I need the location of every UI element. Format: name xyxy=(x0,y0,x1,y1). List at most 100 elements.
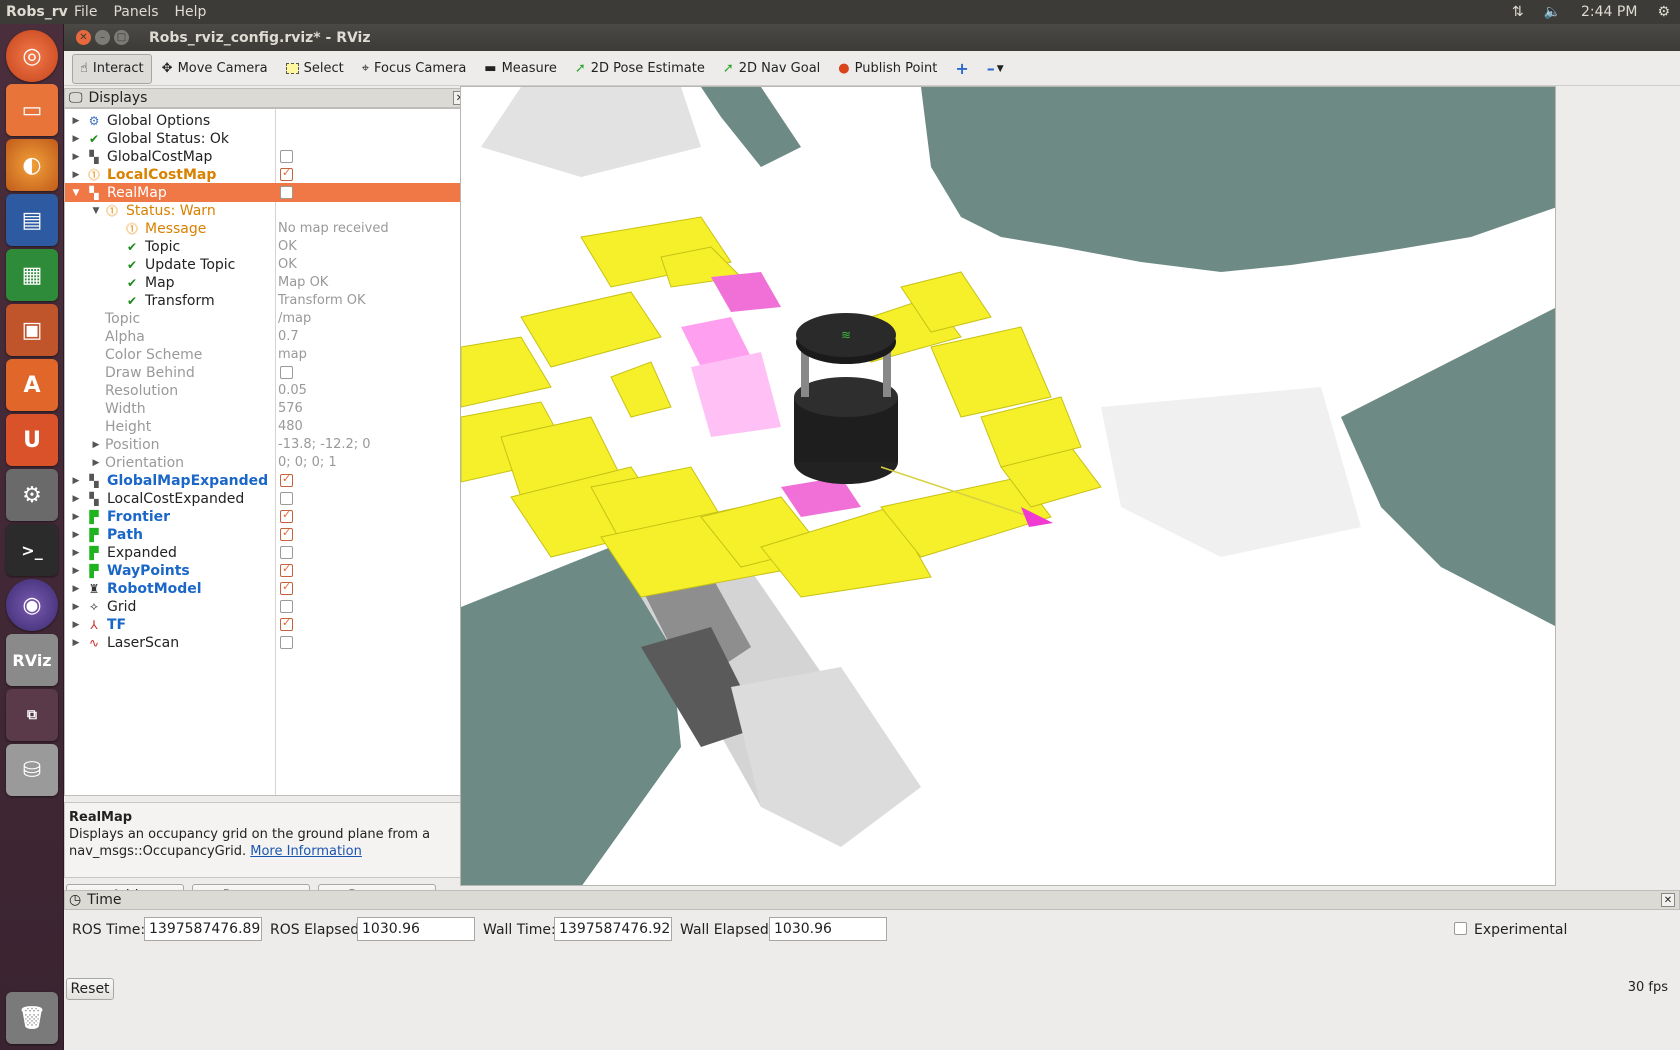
tree-row-laserscan[interactable]: ▶ ∿ LaserScan xyxy=(65,633,471,652)
tree-row-localcostexpanded[interactable]: ▶ ▚ LocalCostExpanded xyxy=(65,489,471,508)
enable-checkbox[interactable] xyxy=(280,616,293,631)
expand-arrow-icon[interactable]: ▶ xyxy=(71,170,81,180)
close-time-panel-icon[interactable]: ✕ xyxy=(1661,893,1675,907)
tree-value[interactable]: /map xyxy=(278,311,311,326)
expand-arrow-icon[interactable]: ▶ xyxy=(71,134,81,144)
enable-checkbox[interactable] xyxy=(280,166,293,181)
menu-file[interactable]: File xyxy=(66,4,105,20)
ros-elapsed-field[interactable]: 1030.96 xyxy=(357,917,475,941)
menu-help[interactable]: Help xyxy=(167,4,215,20)
enable-checkbox[interactable] xyxy=(280,636,293,649)
expand-arrow-icon[interactable]: ▶ xyxy=(71,620,81,630)
enable-checkbox[interactable] xyxy=(280,150,293,163)
reset-button[interactable]: Reset xyxy=(66,978,114,1000)
expand-arrow-icon[interactable]: ▶ xyxy=(71,548,81,558)
select-button[interactable]: Select xyxy=(278,54,352,84)
enable-checkbox[interactable] xyxy=(280,186,293,199)
move-camera-button[interactable]: ✥ Move Camera xyxy=(154,54,276,84)
software-center-icon[interactable]: A xyxy=(6,359,58,411)
tree-value[interactable]: map xyxy=(278,347,307,362)
network-icon[interactable]: ⇅ xyxy=(1502,4,1534,20)
collapse-arrow-icon[interactable]: ▼ xyxy=(71,188,81,198)
expand-arrow-icon[interactable]: ▶ xyxy=(91,458,101,468)
firefox-icon[interactable]: ◐ xyxy=(6,139,58,191)
tree-row-grid[interactable]: ▶ ⟡ Grid xyxy=(65,597,471,616)
expand-arrow-icon[interactable]: ▶ xyxy=(71,152,81,162)
gear-icon[interactable]: ⚙ xyxy=(1647,4,1680,20)
tree-row-update-topic[interactable]: ✔ Update Topic OK xyxy=(65,255,471,274)
enable-checkbox[interactable] xyxy=(280,546,293,559)
tree-row-globalmapexpanded[interactable]: ▶ ▚ GlobalMapExpanded xyxy=(65,471,471,490)
expand-arrow-icon[interactable]: ▶ xyxy=(71,566,81,576)
publish-point-button[interactable]: ● Publish Point xyxy=(830,54,945,84)
tree-value[interactable]: 0.7 xyxy=(278,329,299,344)
expand-arrow-icon[interactable]: ▶ xyxy=(71,494,81,504)
tree-row-color-scheme[interactable]: Color Scheme map xyxy=(65,345,471,364)
eclipse-icon[interactable]: ◉ xyxy=(6,579,58,631)
tree-row-tf[interactable]: ▶ ⅄ TF xyxy=(65,615,471,634)
focus-camera-button[interactable]: ⌖ Focus Camera xyxy=(354,54,475,84)
tree-row-width[interactable]: Width 576 xyxy=(65,399,471,418)
tree-row-transform[interactable]: ✔ Transform Transform OK xyxy=(65,291,471,310)
ubuntu-one-icon[interactable]: U xyxy=(6,414,58,466)
clock[interactable]: 2:44 PM xyxy=(1571,4,1647,20)
expand-arrow-icon[interactable]: ▶ xyxy=(71,512,81,522)
expand-arrow-icon[interactable]: ▶ xyxy=(71,530,81,540)
calc-icon[interactable]: ▦ xyxy=(6,249,58,301)
render-viewport[interactable]: ≋ xyxy=(460,86,1556,886)
remove-tool-button[interactable]: – ▼ xyxy=(979,54,1012,84)
nav-goal-button[interactable]: ➚ 2D Nav Goal xyxy=(715,54,828,84)
tree-row-waypoints[interactable]: ▶ ▛ WayPoints xyxy=(65,561,471,580)
tree-row-alpha[interactable]: Alpha 0.7 xyxy=(65,327,471,346)
interact-button[interactable]: ☝ Interact xyxy=(72,53,152,84)
workspace-switcher-icon[interactable]: ⧉ xyxy=(6,689,58,741)
wall-time-field[interactable]: 1397587476.92 xyxy=(554,917,672,941)
menu-panels[interactable]: Panels xyxy=(105,4,166,20)
tree-row-localcostmap[interactable]: ▶ ⓵ LocalCostMap xyxy=(65,165,471,184)
writer-icon[interactable]: ▤ xyxy=(6,194,58,246)
ubuntu-home-icon[interactable]: ◎ xyxy=(6,30,58,82)
tree-row-globalcostmap[interactable]: ▶ ▚ GlobalCostMap xyxy=(65,147,471,166)
enable-checkbox[interactable] xyxy=(280,472,293,487)
enable-checkbox[interactable] xyxy=(280,600,293,613)
enable-checkbox[interactable] xyxy=(280,526,293,541)
terminal-icon[interactable]: >_ xyxy=(6,524,58,576)
tree-row-resolution[interactable]: Resolution 0.05 xyxy=(65,381,471,400)
enable-checkbox[interactable] xyxy=(280,508,293,523)
ros-time-field[interactable]: 1397587476.89 xyxy=(144,917,262,941)
tree-row-expanded[interactable]: ▶ ▛ Expanded xyxy=(65,543,471,562)
more-information-link[interactable]: More Information xyxy=(250,844,362,859)
volume-icon[interactable]: 🔈 xyxy=(1534,4,1571,20)
rviz-icon[interactable]: RViz xyxy=(6,634,58,686)
tree-row-height[interactable]: Height 480 xyxy=(65,417,471,436)
add-tool-button[interactable]: + xyxy=(947,54,976,84)
expand-arrow-icon[interactable]: ▶ xyxy=(71,116,81,126)
settings-icon[interactable]: ⚙ xyxy=(6,469,58,521)
tree-row-status-warn[interactable]: ▼ ⓵ Status: Warn xyxy=(65,201,471,220)
expand-arrow-icon[interactable]: ▶ xyxy=(71,638,81,648)
files-icon[interactable]: ▭ xyxy=(6,84,58,136)
pose-estimate-button[interactable]: ➚ 2D Pose Estimate xyxy=(567,54,713,84)
minimize-window-icon[interactable]: – xyxy=(95,30,110,45)
tree-row-topic[interactable]: Topic /map xyxy=(65,309,471,328)
disk-icon[interactable]: ⛁ xyxy=(6,744,58,796)
impress-icon[interactable]: ▣ xyxy=(6,304,58,356)
expand-arrow-icon[interactable]: ▶ xyxy=(91,440,101,450)
tree-row-draw-behind[interactable]: Draw Behind xyxy=(65,363,471,382)
tree-row-path[interactable]: ▶ ▛ Path xyxy=(65,525,471,544)
expand-arrow-icon[interactable]: ▶ xyxy=(71,584,81,594)
maximize-window-icon[interactable]: □ xyxy=(114,30,129,45)
close-window-icon[interactable]: ✕ xyxy=(76,30,91,45)
tree-row-realmap[interactable]: ▼ ▚ RealMap xyxy=(65,183,471,202)
tree-row-global-options[interactable]: ▶ ⚙ Global Options xyxy=(65,111,471,130)
draw-behind-checkbox[interactable] xyxy=(280,366,293,379)
trash-icon[interactable]: 🗑 xyxy=(6,992,58,1044)
tree-row-global-status[interactable]: ▶ ✔ Global Status: Ok xyxy=(65,129,471,148)
tree-row-message[interactable]: ⓵ Message No map received xyxy=(65,219,471,238)
experimental-checkbox[interactable] xyxy=(1454,922,1467,935)
collapse-arrow-icon[interactable]: ▼ xyxy=(91,206,101,216)
tree-row-frontier[interactable]: ▶ ▛ Frontier xyxy=(65,507,471,526)
tree-row-robotmodel[interactable]: ▶ ♜ RobotModel xyxy=(65,579,471,598)
enable-checkbox[interactable] xyxy=(280,562,293,577)
expand-arrow-icon[interactable]: ▶ xyxy=(71,476,81,486)
